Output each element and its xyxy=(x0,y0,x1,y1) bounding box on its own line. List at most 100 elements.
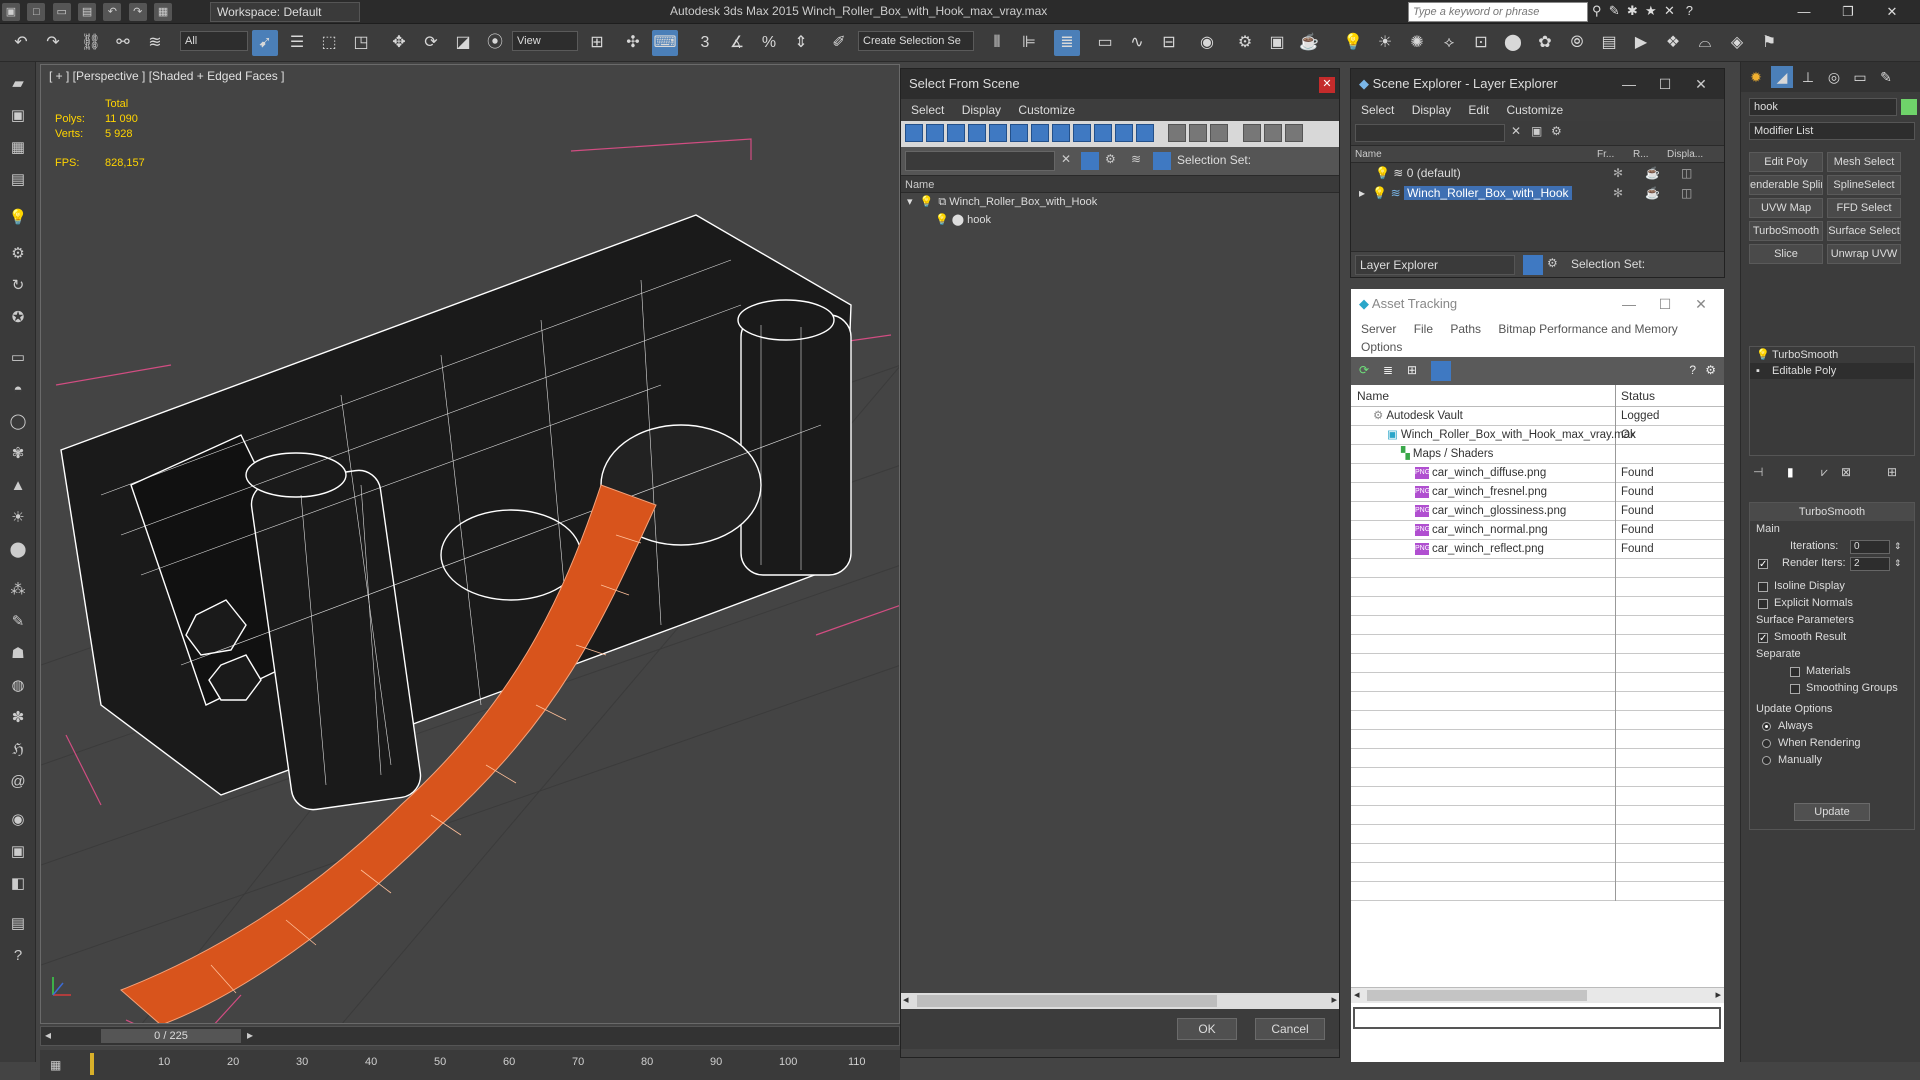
mirror-icon[interactable]: ⫴ xyxy=(984,30,1010,56)
at-settings-icon[interactable]: ⚙ xyxy=(1705,363,1716,377)
light-bulb-icon[interactable]: 💡 xyxy=(920,196,934,208)
pin-stack-icon[interactable]: ⊣ xyxy=(1753,465,1763,479)
track-bar-icon[interactable]: ▦ xyxy=(50,1058,61,1072)
sfs-menu-display[interactable]: Display xyxy=(962,103,1001,117)
at-close-button[interactable]: ✕ xyxy=(1686,289,1716,319)
table-view-icon[interactable] xyxy=(1431,361,1451,381)
refresh-icon[interactable]: ⟳ xyxy=(1359,363,1369,377)
se-col-frozen[interactable]: Fr... xyxy=(1597,146,1614,164)
table-row[interactable]: ▣ Winch_Roller_Box_with_Hook_max_vray.max… xyxy=(1351,426,1724,445)
vray-frame-buffer-icon[interactable]: ▤ xyxy=(1596,30,1622,56)
se-close-button[interactable]: ✕ xyxy=(1686,69,1716,99)
at-menu-server[interactable]: Server xyxy=(1361,322,1396,336)
display-icon[interactable]: ◫ xyxy=(1681,183,1692,203)
redo-icon[interactable]: ↷ xyxy=(40,30,66,56)
table-row[interactable]: PNG car_winch_normal.png Found xyxy=(1351,521,1724,540)
help-circle-icon[interactable]: ? xyxy=(6,944,30,968)
project-folder-icon[interactable]: ▦ xyxy=(154,3,173,21)
filter-lights-icon[interactable] xyxy=(947,124,965,142)
hierarchy-icon[interactable]: ⚙ xyxy=(1105,152,1116,166)
render-teapot-icon[interactable]: ☕ xyxy=(1645,163,1660,183)
object-color-swatch[interactable] xyxy=(1901,99,1917,115)
modifier-button[interactable]: Slice xyxy=(1749,244,1823,264)
cancel-button[interactable]: Cancel xyxy=(1255,1018,1325,1040)
utilities-tab-icon[interactable]: ✎ xyxy=(1875,66,1897,88)
sfs-menu-select[interactable]: Select xyxy=(911,103,944,117)
material-editor-icon[interactable]: ◉ xyxy=(1194,30,1220,56)
paint-icon[interactable]: ✎ xyxy=(6,610,30,634)
filter-containers-icon[interactable] xyxy=(1094,124,1112,142)
align-icon[interactable]: ⊫ xyxy=(1016,30,1042,56)
vray-render-icon[interactable]: ◈ xyxy=(1724,30,1750,56)
close-window-button[interactable]: ✕ xyxy=(1870,0,1914,24)
subscription-icon[interactable]: ✱ xyxy=(1627,3,1638,18)
light-bulb-icon[interactable]: 💡 xyxy=(1372,186,1387,200)
render-iters-checkbox[interactable] xyxy=(1758,556,1768,573)
show-end-result-icon[interactable]: ▮ xyxy=(1787,465,1794,479)
sfs-search-input[interactable] xyxy=(905,151,1055,171)
undo-quick-icon[interactable]: ↶ xyxy=(103,3,122,21)
modifier-button[interactable]: FFD Select xyxy=(1827,198,1901,218)
binoculars-icon[interactable]: ⚲ xyxy=(1592,3,1602,18)
se-maximize-button[interactable]: ☐ xyxy=(1650,69,1680,99)
update-button[interactable]: Update xyxy=(1794,803,1870,821)
se-menu-display[interactable]: Display xyxy=(1412,103,1451,117)
clear-search-icon[interactable]: ✕ xyxy=(1061,152,1071,166)
new-file-icon[interactable]: □ xyxy=(27,3,46,21)
table-row[interactable]: ⚙ Autodesk Vault Logged xyxy=(1351,407,1724,426)
se-col-render[interactable]: R... xyxy=(1633,146,1649,164)
modifier-button[interactable]: UVW Map xyxy=(1749,198,1823,218)
create-table-icon[interactable]: ▤ xyxy=(6,168,30,192)
table-row[interactable] xyxy=(1351,730,1724,749)
table-row[interactable] xyxy=(1351,787,1724,806)
create-grid-icon[interactable]: ▦ xyxy=(6,136,30,160)
edit-named-sets-icon[interactable]: ✐ xyxy=(826,30,852,56)
se-new-layer-icon[interactable]: ▣ xyxy=(1531,124,1542,138)
hierarchy-explorer-icon[interactable]: ⚙ xyxy=(1547,256,1558,270)
table-row[interactable]: PNG car_winch_reflect.png Found xyxy=(1351,540,1724,559)
configure-sets-icon[interactable]: ⊞ xyxy=(1887,465,1897,479)
window-crossing-icon[interactable]: ◳ xyxy=(348,30,374,56)
sfs-close-button[interactable]: ✕ xyxy=(1319,77,1335,93)
undo-icon[interactable]: ↶ xyxy=(8,30,34,56)
modifier-list-dropdown[interactable]: Modifier List xyxy=(1749,122,1915,140)
modify-tab-icon[interactable]: ◢ xyxy=(1771,66,1793,88)
scale-icon[interactable]: ◪ xyxy=(450,30,476,56)
layers-icon[interactable]: ≋ xyxy=(1131,152,1141,166)
spinner-arrows-icon[interactable]: ⇕ xyxy=(1894,538,1902,555)
create-plane-icon[interactable]: ▣ xyxy=(6,104,30,128)
expand-box-icon[interactable]: ▪ xyxy=(1756,363,1760,379)
turbosmooth-rollout-title[interactable]: TurboSmooth xyxy=(1750,503,1914,521)
table-row[interactable] xyxy=(1351,654,1724,673)
curve-editor-icon[interactable]: ∿ xyxy=(1124,30,1150,56)
at-menu-options[interactable]: Options xyxy=(1361,340,1402,354)
filter-shapes-icon[interactable] xyxy=(926,124,944,142)
render-production-icon[interactable]: ☕ xyxy=(1296,30,1322,56)
material-map-icon[interactable]: ◧ xyxy=(6,872,30,896)
always-radio[interactable] xyxy=(1762,722,1771,731)
table-row[interactable] xyxy=(1351,711,1724,730)
display-none-icon[interactable] xyxy=(1189,124,1208,142)
column-divider[interactable] xyxy=(1615,385,1616,407)
table-row[interactable] xyxy=(1351,578,1724,597)
at-col-status[interactable]: Status xyxy=(1621,385,1655,407)
iterations-spinner[interactable]: 0 xyxy=(1850,540,1890,554)
sort-icon[interactable] xyxy=(1263,124,1282,142)
se-add-to-layer-icon[interactable]: ⚙ xyxy=(1551,124,1562,138)
rotate-icon[interactable]: ⟳ xyxy=(418,30,444,56)
close-x-icon[interactable]: ✕ xyxy=(1664,3,1675,18)
at-maximize-button[interactable]: ☐ xyxy=(1650,289,1680,319)
modifier-button[interactable]: Edit Poly xyxy=(1749,152,1823,172)
modifier-button[interactable]: Mesh Select xyxy=(1827,152,1901,172)
filter-xrefs-icon[interactable] xyxy=(1052,124,1070,142)
keyboard-shortcut-icon[interactable]: ⌨ xyxy=(652,30,678,56)
filter-toggle-icon[interactable] xyxy=(1081,152,1099,170)
move-icon[interactable]: ✥ xyxy=(386,30,412,56)
table-row[interactable] xyxy=(1351,768,1724,787)
snaps-toggle-icon[interactable]: 3 xyxy=(692,30,718,56)
expand-arrow-icon[interactable]: ▸ xyxy=(1359,186,1365,200)
select-manipulate-icon[interactable]: ✣ xyxy=(620,30,646,56)
create-tab-icon[interactable]: ✹ xyxy=(1745,66,1767,88)
create-sphere-icon[interactable]: ◯ xyxy=(6,410,30,434)
redo-quick-icon[interactable]: ↷ xyxy=(128,3,147,21)
